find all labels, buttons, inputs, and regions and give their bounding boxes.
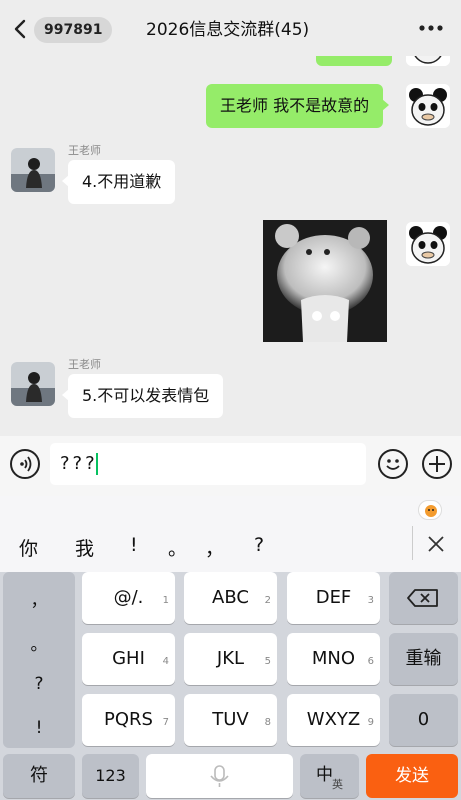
key-label: 0	[417, 709, 430, 730]
key-label: @/.	[113, 587, 144, 608]
microphone-icon	[210, 765, 229, 787]
punctuation-key[interactable]: ?	[3, 674, 75, 694]
key-number-hint: 9	[367, 717, 374, 728]
teacher-photo-icon	[11, 148, 55, 192]
zero-key[interactable]: 0	[389, 694, 458, 746]
send-button[interactable]: 发送	[366, 754, 458, 798]
language-secondary-label: 英	[332, 778, 343, 791]
more-functions-button[interactable]	[422, 449, 452, 479]
key-label: PQRS	[104, 709, 153, 730]
key-number-hint: 7	[162, 717, 169, 728]
key-4[interactable]: 4 GHI	[82, 633, 175, 685]
punctuation-column[interactable]: ， 。 ? !	[3, 572, 75, 748]
key-number-hint: 3	[367, 595, 374, 606]
key-2[interactable]: 2 ABC	[184, 572, 277, 624]
language-primary-label: 中	[316, 765, 333, 785]
key-label: TUV	[212, 709, 249, 730]
message-input-text: ???	[60, 453, 98, 474]
panda-avatar-icon	[406, 56, 450, 66]
self-avatar[interactable]	[406, 84, 450, 128]
retype-key[interactable]: 重输	[389, 633, 458, 685]
keyboard-mascot-icon[interactable]	[418, 500, 442, 520]
teacher-photo-icon	[11, 362, 55, 406]
key-8[interactable]: 8 TUV	[184, 694, 277, 746]
close-candidates-icon[interactable]	[426, 534, 446, 554]
ime-keyboard: 你 我 ! 。 ， ? ， 。 ? ! 1 @/. 2 ABC 3 DEF 4 …	[0, 496, 461, 800]
hamster-sticker-icon	[263, 220, 387, 342]
key-5[interactable]: 5 JKL	[184, 633, 277, 685]
panda-avatar-icon	[406, 84, 450, 128]
voice-wave-icon	[20, 456, 32, 472]
key-label: DEF	[315, 587, 352, 608]
panda-avatar-icon	[406, 222, 450, 266]
message-list[interactable]: 王老师 我不是故意的 王老师 4.不用道歉 王老师 5.不可以发表情包	[0, 56, 461, 436]
self-avatar[interactable]	[406, 222, 450, 266]
chat-header: 997891 2026信息交流群(45)	[0, 0, 461, 56]
message-bubble-self[interactable]: 王老师 我不是故意的	[206, 84, 390, 128]
message-bubble-other[interactable]: 4.不用道歉	[61, 160, 176, 204]
message-bubble-other[interactable]: 5.不可以发表情包	[61, 374, 224, 418]
key-6[interactable]: 6 MNO	[287, 633, 380, 685]
key-label: ABC	[212, 587, 249, 608]
language-switch-key[interactable]: 中 英	[300, 754, 359, 798]
key-1[interactable]: 1 @/.	[82, 572, 175, 624]
key-label: MNO	[311, 648, 356, 669]
space-key[interactable]	[146, 754, 293, 798]
key-3[interactable]: 3 DEF	[287, 572, 380, 624]
candidate-bar: 你 我 ! 。 ， ?	[0, 496, 461, 572]
composer-bar: ???	[0, 436, 461, 496]
candidate-divider	[412, 526, 413, 560]
punctuation-key[interactable]: 。	[3, 630, 75, 655]
key-9[interactable]: 9 WXYZ	[287, 694, 380, 746]
voice-input-button[interactable]	[10, 449, 40, 479]
unread-count-badge[interactable]: 997891	[34, 17, 113, 43]
key-label: 符	[30, 765, 48, 786]
teacher-avatar[interactable]	[11, 362, 55, 406]
text-caret	[95, 453, 98, 475]
teacher-avatar[interactable]	[11, 148, 55, 192]
candidate-word[interactable]: 。	[168, 534, 187, 561]
self-avatar[interactable]	[406, 56, 450, 66]
candidate-word[interactable]: ?	[254, 534, 264, 556]
back-chevron-icon[interactable]	[12, 19, 28, 39]
candidate-word[interactable]: !	[130, 534, 138, 556]
numbers-key[interactable]: 123	[82, 754, 139, 798]
backspace-icon	[407, 589, 438, 607]
sender-name: 王老师	[68, 358, 101, 371]
key-7[interactable]: 7 PQRS	[82, 694, 175, 746]
punctuation-key[interactable]: ，	[3, 586, 75, 611]
more-options-icon[interactable]	[419, 22, 443, 34]
key-number-hint: 8	[264, 717, 271, 728]
emoji-button[interactable]	[378, 449, 408, 479]
key-number-hint: 2	[264, 595, 271, 606]
chat-title: 2026信息交流群(45)	[146, 20, 310, 40]
candidate-word[interactable]: 你	[19, 534, 38, 561]
backspace-key[interactable]	[389, 572, 458, 624]
message-input[interactable]: ???	[50, 443, 366, 485]
key-label: WXYZ	[306, 709, 361, 730]
key-number-hint: 5	[264, 656, 271, 667]
key-label: GHI	[112, 648, 145, 669]
key-number-hint: 4	[162, 656, 169, 667]
plus-icon	[429, 456, 445, 472]
key-label: 123	[95, 766, 126, 785]
candidate-word[interactable]: 我	[75, 534, 94, 561]
symbols-key[interactable]: 符	[3, 754, 75, 798]
smiley-icon	[386, 459, 400, 470]
sticker-image[interactable]	[263, 220, 387, 342]
key-label: JKL	[216, 648, 245, 669]
candidate-word[interactable]: ，	[205, 534, 224, 561]
key-number-hint: 1	[162, 595, 169, 606]
sender-name: 王老师	[68, 144, 101, 157]
punctuation-key[interactable]: !	[3, 718, 75, 738]
key-number-hint: 6	[367, 656, 374, 667]
key-label: 重输	[405, 648, 442, 669]
message-bubble-partial[interactable]	[316, 56, 392, 66]
